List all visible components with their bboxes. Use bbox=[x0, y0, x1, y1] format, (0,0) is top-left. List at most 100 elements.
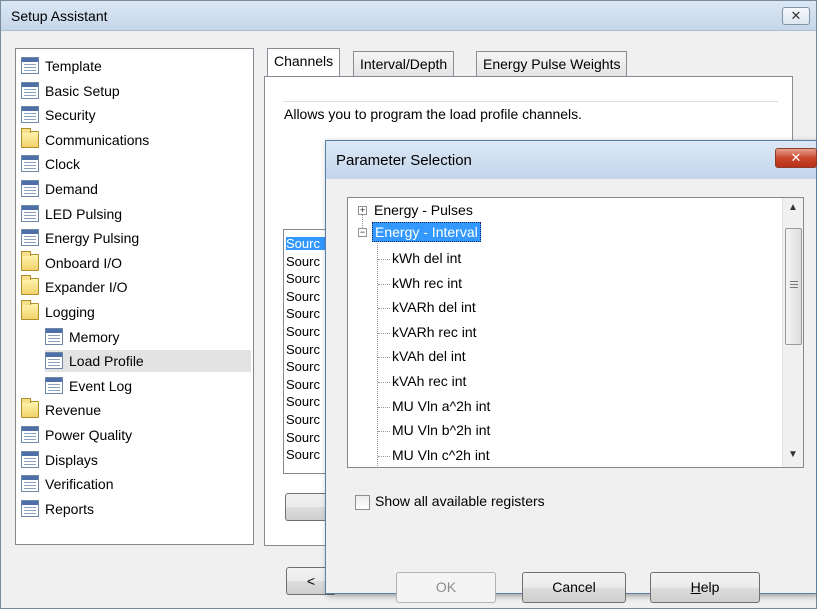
nav-item-energy-pulsing[interactable]: Energy Pulsing bbox=[21, 227, 251, 249]
nav-item-onboard-i-o[interactable]: Onboard I/O bbox=[21, 250, 251, 274]
arrow-up-glyph: ▲ bbox=[788, 202, 798, 213]
list-item[interactable]: Sourc bbox=[286, 343, 320, 356]
nav-item-memory[interactable]: Memory bbox=[45, 326, 251, 348]
list-item[interactable]: Sourc bbox=[286, 378, 320, 391]
tree-node-energy-pulses[interactable]: Energy - Pulses bbox=[374, 200, 473, 220]
folder-icon bbox=[21, 250, 39, 271]
help-label: elp bbox=[700, 579, 720, 595]
scroll-up-icon[interactable]: ▲ bbox=[783, 198, 803, 218]
nav-item-revenue[interactable]: Revenue bbox=[21, 398, 251, 421]
help-button[interactable]: Help bbox=[650, 572, 760, 603]
ok-button[interactable]: OK bbox=[396, 572, 496, 603]
expander-glyph: − bbox=[359, 227, 366, 237]
tree-connector bbox=[378, 431, 390, 433]
tree-leaf[interactable]: kVAh rec int bbox=[392, 371, 466, 391]
document-icon bbox=[21, 426, 39, 443]
list-item[interactable]: Sourc bbox=[286, 307, 320, 320]
nav-item-load-profile[interactable]: Load Profile bbox=[45, 350, 251, 373]
folder-icon bbox=[21, 300, 39, 320]
nav-item-event-log[interactable]: Event Log bbox=[45, 375, 251, 397]
nav-item-label: Onboard I/O bbox=[45, 254, 123, 271]
list-item[interactable]: Sourc bbox=[286, 325, 320, 338]
description-divider bbox=[283, 101, 778, 102]
document-icon bbox=[45, 376, 63, 394]
ok-label: OK bbox=[435, 579, 457, 595]
expander-glyph: + bbox=[359, 205, 366, 215]
tab-channels[interactable]: Channels bbox=[267, 48, 341, 76]
cancel-button[interactable]: Cancel bbox=[522, 572, 626, 603]
tab-energy-pulse-weights[interactable]: Energy Pulse Weights bbox=[476, 51, 628, 77]
nav-item-template[interactable]: Template bbox=[21, 55, 251, 77]
nav-item-label: Logging bbox=[45, 304, 95, 320]
tab-interval-depth[interactable]: Interval/Depth bbox=[353, 51, 455, 77]
nav-item-label: LED Pulsing bbox=[45, 205, 123, 222]
show-all-registers-label[interactable]: Show all available registers bbox=[375, 493, 545, 509]
nav-item-communications[interactable]: Communications bbox=[21, 127, 251, 151]
dialog-title: Parameter Selection bbox=[336, 152, 472, 169]
list-item[interactable]: Sourc bbox=[286, 360, 320, 373]
list-item[interactable]: Sourc bbox=[286, 431, 320, 444]
scroll-thumb[interactable] bbox=[785, 228, 802, 345]
nav-item-security[interactable]: Security bbox=[21, 104, 251, 126]
document-icon bbox=[21, 499, 39, 517]
nav-item-label: Memory bbox=[69, 328, 120, 345]
nav-item-reports[interactable]: Reports bbox=[21, 498, 251, 520]
tree-leaf[interactable]: kVAh del int bbox=[392, 346, 466, 366]
folder-icon bbox=[21, 398, 39, 419]
tree-leaf[interactable]: MU Vln c^2h int bbox=[392, 445, 490, 465]
close-button[interactable]: ✕ bbox=[782, 7, 810, 25]
nav-item-clock[interactable]: Clock bbox=[21, 153, 251, 175]
nav-item-label: Expander I/O bbox=[45, 279, 128, 296]
nav-item-label: Event Log bbox=[69, 377, 133, 394]
tree-connector bbox=[378, 308, 390, 310]
parameter-tree[interactable]: + Energy - Pulses − Energy - Interval kW… bbox=[347, 197, 804, 468]
dialog-close-button[interactable]: ✕ bbox=[775, 148, 817, 168]
expand-icon[interactable]: + bbox=[358, 206, 367, 215]
tree-leaf[interactable]: kVARh rec int bbox=[392, 322, 477, 342]
nav-item-verification[interactable]: Verification bbox=[21, 473, 251, 495]
cancel-label: Cancel bbox=[552, 579, 596, 595]
tree-connector bbox=[378, 382, 390, 383]
nav-item-label: Displays bbox=[45, 451, 98, 468]
tab-label: Energy Pulse Weights bbox=[483, 56, 621, 72]
tree-leaf[interactable]: kWh del int bbox=[392, 248, 461, 268]
nav-item-label: Load Profile bbox=[69, 353, 144, 370]
tree-leaf[interactable]: MU Vln a^2h int bbox=[392, 396, 490, 416]
nav-item-label: Revenue bbox=[45, 402, 102, 419]
nav-item-led-pulsing[interactable]: LED Pulsing bbox=[21, 203, 251, 225]
document-icon bbox=[21, 180, 39, 197]
nav-item-label: Energy Pulsing bbox=[45, 230, 140, 247]
tree-leaf[interactable]: kVARh del int bbox=[392, 297, 476, 317]
nav-item-demand[interactable]: Demand bbox=[21, 178, 251, 200]
collapse-icon[interactable]: − bbox=[358, 228, 367, 237]
nav-item-basic-setup[interactable]: Basic Setup bbox=[21, 80, 251, 102]
nav-item-expander-i-o[interactable]: Expander I/O bbox=[21, 275, 251, 298]
show-all-registers-checkbox[interactable] bbox=[355, 495, 370, 510]
setup-nav-tree[interactable]: Template Basic Setup Security Communication… bbox=[15, 48, 254, 545]
nav-item-label: Basic Setup bbox=[45, 82, 120, 99]
list-item[interactable]: Sourc bbox=[286, 413, 320, 426]
tree-leaf[interactable]: MU Vln b^2h int bbox=[392, 420, 490, 440]
close-icon: ✕ bbox=[790, 150, 802, 165]
nav-item-logging[interactable]: Logging bbox=[21, 300, 251, 323]
tree-leaf[interactable]: kWh rec int bbox=[392, 273, 462, 293]
list-item[interactable]: Sourc bbox=[286, 448, 320, 461]
document-icon bbox=[21, 229, 39, 247]
nav-item-displays[interactable]: Displays bbox=[21, 449, 251, 471]
scroll-down-icon[interactable]: ▼ bbox=[783, 445, 803, 465]
list-item[interactable]: Sourc bbox=[286, 290, 320, 303]
list-item[interactable]: Sourc bbox=[286, 395, 320, 408]
nav-item-label: Template bbox=[45, 58, 102, 74]
document-icon bbox=[21, 450, 39, 468]
list-item[interactable]: Sourc bbox=[286, 272, 320, 285]
tree-node-label: Energy - Interval bbox=[375, 224, 478, 240]
nav-item-label: Verification bbox=[45, 476, 114, 493]
document-icon bbox=[21, 57, 39, 74]
nav-item-power-quality[interactable]: Power Quality bbox=[21, 424, 251, 446]
list-item[interactable]: Sourc bbox=[286, 255, 320, 268]
vertical-scrollbar[interactable]: ▲ ▼ bbox=[782, 198, 803, 467]
setup-titlebar: Setup Assistant ✕ bbox=[1, 1, 816, 31]
grip-icon bbox=[790, 281, 798, 288]
tree-node-energy-interval[interactable]: Energy - Interval bbox=[372, 222, 481, 242]
document-icon bbox=[21, 81, 39, 99]
